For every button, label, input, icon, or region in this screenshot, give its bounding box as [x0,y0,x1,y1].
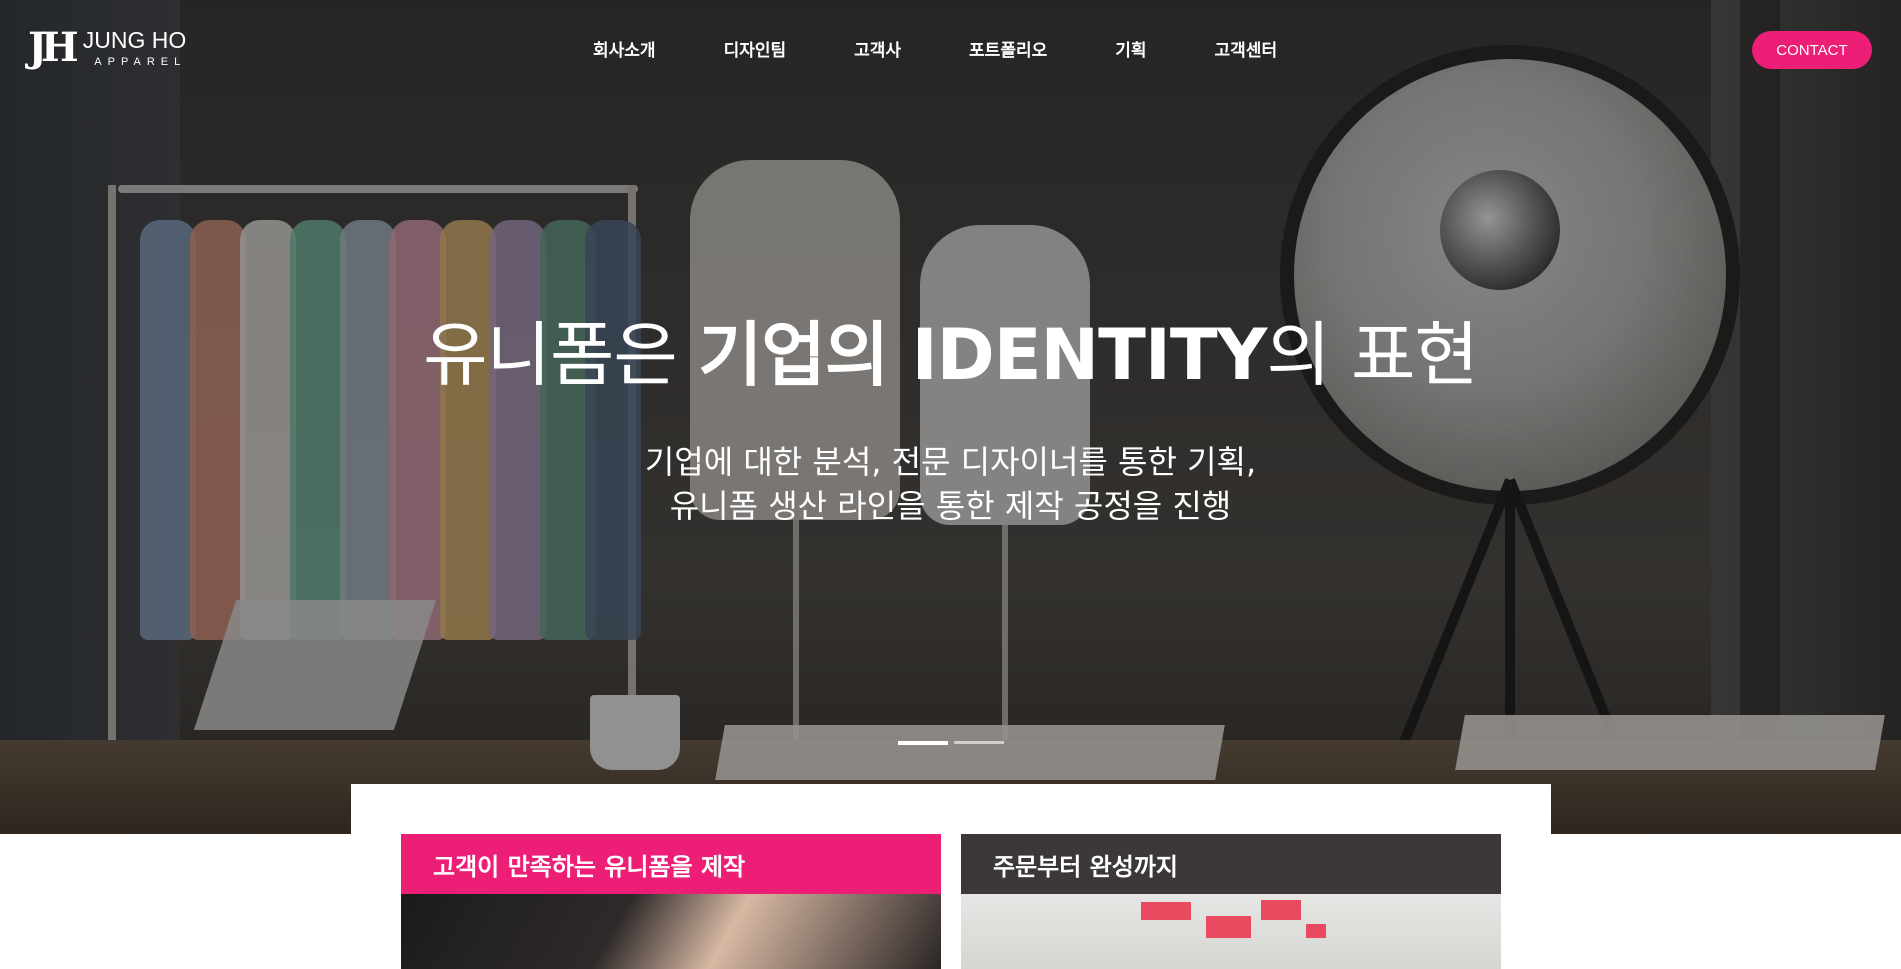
slider-pagination [898,741,1004,745]
logo-name: JUNG HO [82,26,187,53]
hero-sub-line-1: 기업에 대한 분석, 전문 디자이너를 통한 기획, [644,443,1257,481]
feature-card-image [401,894,941,969]
logo-sub: APPAREL [94,55,187,68]
logo[interactable]: JH JUNG HO APPAREL [28,28,186,68]
nav-item-support[interactable]: 고객센터 [1215,36,1278,61]
nav-item-design-team[interactable]: 디자인팀 [724,36,787,61]
feature-card-production[interactable]: 고객이 만족하는 유니폼을 제작 [401,834,941,969]
logo-text: JUNG HO APPAREL [82,26,187,68]
nav-item-planning[interactable]: 기획 [1115,36,1146,61]
headline-post: 의 표현 [1266,314,1478,396]
slider-dot-2[interactable] [954,741,1004,744]
nav-item-portfolio[interactable]: 포트폴리오 [969,36,1047,61]
hero-overlay [0,0,1901,834]
hero-headline: 유니폼은 기업의 IDENTITY의 표현 [0,315,1901,395]
nav-item-clients[interactable]: 고객사 [854,36,901,61]
site-header: JH JUNG HO APPAREL 회사소개 디자인팀 고객사 포트폴리오 기… [0,0,1901,100]
hero-banner [0,0,1901,834]
logo-mark: JH [28,24,79,71]
feature-card-title: 고객이 만족하는 유니폼을 제작 [401,834,941,894]
feature-card-title: 주문부터 완성까지 [961,834,1501,894]
contact-button[interactable]: CONTACT [1752,31,1872,69]
slider-dot-1[interactable] [898,741,948,745]
hero-subheadline: 기업에 대한 분석, 전문 디자이너를 통한 기획, 유니폼 생산 라인을 통한… [0,440,1901,528]
main-nav: 회사소개 디자인팀 고객사 포트폴리오 기획 고객센터 [593,36,1277,61]
feature-card-image [961,894,1501,969]
hero-sub-line-2: 유니폼 생산 라인을 통한 제작 공정을 진행 [669,487,1232,525]
feature-card-process[interactable]: 주문부터 완성까지 [961,834,1501,969]
nav-item-company[interactable]: 회사소개 [593,36,656,61]
feature-panel: 고객이 만족하는 유니폼을 제작 주문부터 완성까지 [351,784,1551,969]
headline-pre: 유니폼은 [423,314,699,396]
headline-bold: 기업의 IDENTITY [698,314,1267,396]
